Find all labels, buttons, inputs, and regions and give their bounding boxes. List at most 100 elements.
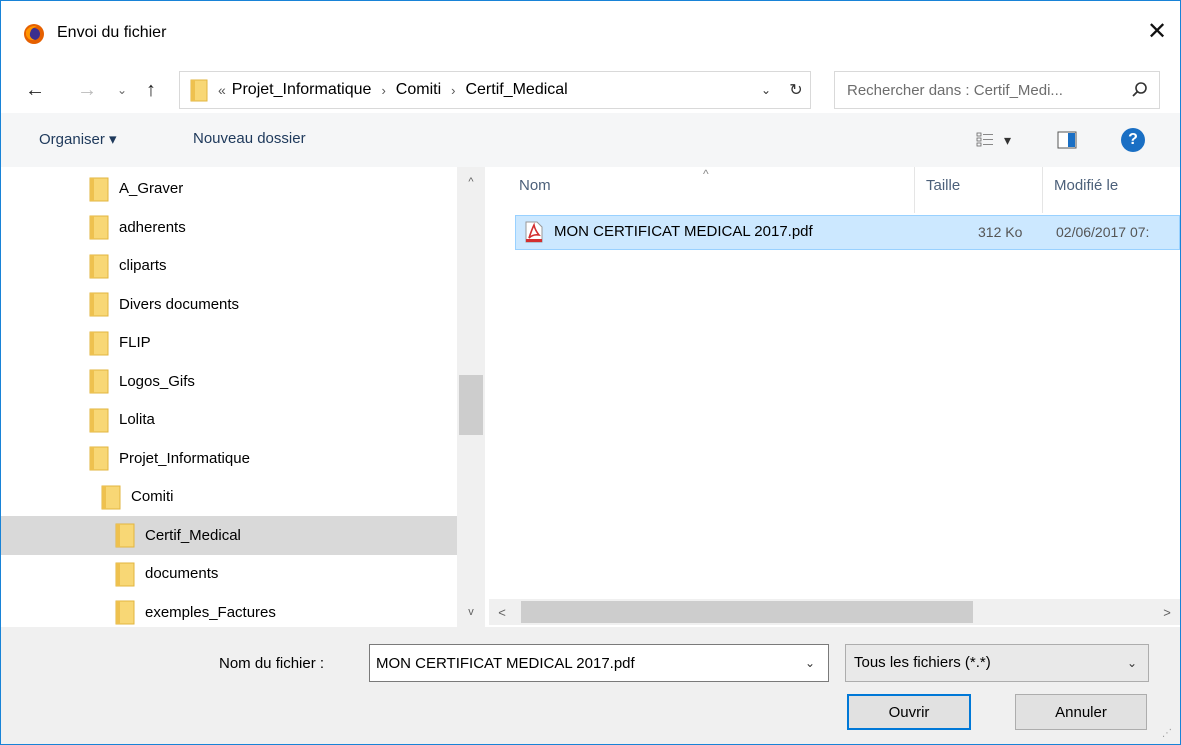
folder-icon <box>89 292 109 317</box>
new-folder-button[interactable]: Nouveau dossier <box>193 130 306 147</box>
help-button[interactable]: ? <box>1121 128 1145 152</box>
folder-icon <box>89 215 109 240</box>
open-button[interactable]: Ouvrir <box>847 694 971 730</box>
breadcrumb-overflow-icon[interactable]: « <box>218 82 226 98</box>
chevron-down-icon: v <box>468 606 474 618</box>
navigation-bar: ← → ⌄ ↑ « Projet_Informatique › Comiti ›… <box>1 67 1180 113</box>
details-view-icon <box>976 132 993 147</box>
tree-item[interactable]: exemples_Factures <box>1 593 457 628</box>
cancel-button[interactable]: Annuler <box>1015 694 1147 730</box>
refresh-button[interactable]: ↻ <box>785 79 807 101</box>
folder-icon <box>89 254 109 278</box>
folder-icon <box>115 600 135 625</box>
arrow-up-icon: ↑ <box>146 78 156 101</box>
tree-item-label: A_Graver <box>119 180 184 197</box>
column-header-name[interactable]: Nom <box>519 177 551 194</box>
navigation-tree: A_Graver adherents cliparts Divers document… <box>1 167 489 627</box>
tree-item[interactable]: Divers documents <box>1 285 457 324</box>
breadcrumb-item-comiti[interactable]: Comiti <box>396 81 441 99</box>
tree-item[interactable]: Lolita <box>1 400 457 439</box>
filename-history-dropdown[interactable]: ⌄ <box>801 654 819 672</box>
column-header-modified[interactable]: Modifié le <box>1054 177 1118 194</box>
filename-label: Nom du fichier : <box>219 655 325 672</box>
scroll-down-button[interactable]: v <box>457 603 485 621</box>
scroll-up-button[interactable]: ^ <box>457 173 485 191</box>
tree-item-label: Logos_Gifs <box>119 372 195 390</box>
search-box[interactable]: Rechercher dans : Certif_Medi... <box>834 71 1160 109</box>
file-type-select[interactable]: Tous les fichiers (*.*) ⌄ <box>845 644 1149 682</box>
organise-button[interactable]: Organiser ▾ <box>39 130 117 148</box>
folder-icon <box>89 408 109 432</box>
file-row[interactable]: MON CERTIFICAT MEDICAL 2017.pdf 312 Ko 0… <box>515 215 1180 250</box>
search-icon[interactable] <box>1131 81 1149 99</box>
chevron-right-icon[interactable]: › <box>381 83 385 98</box>
tree-item[interactable]: adherents <box>1 208 457 247</box>
search-input[interactable]: Rechercher dans : Certif_Medi... <box>847 82 1063 99</box>
tree-item-label: Lolita <box>119 411 155 428</box>
tree-item[interactable]: Logos_Gifs <box>1 362 457 401</box>
resize-grip-icon[interactable]: ⋰ <box>1162 728 1174 740</box>
chevron-down-icon: ⌄ <box>1126 656 1138 670</box>
chevron-up-icon: ^ <box>468 176 474 188</box>
file-modified-date: 02/06/2017 07: <box>1056 224 1150 240</box>
folder-icon <box>115 523 135 548</box>
chevron-left-icon: < <box>498 604 506 620</box>
file-name: MON CERTIFICAT MEDICAL 2017.pdf <box>554 223 813 240</box>
tree-item-label: exemples_Factures <box>145 603 276 621</box>
back-button[interactable]: ← <box>21 75 49 105</box>
scroll-right-button[interactable]: > <box>1158 603 1176 621</box>
breadcrumb: « Projet_Informatique › Comiti › Certif_… <box>218 81 568 99</box>
tree-item[interactable]: Certif_Medical <box>1 515 457 555</box>
pdf-icon <box>525 221 543 243</box>
tree-item[interactable]: FLIP <box>1 323 457 362</box>
scroll-left-button[interactable]: < <box>493 603 511 621</box>
up-button[interactable]: ↑ <box>137 75 165 105</box>
forward-button[interactable]: → <box>73 75 101 105</box>
tree-item-label: Divers documents <box>119 295 240 313</box>
tree-item-label: Comiti <box>131 488 174 505</box>
preview-pane-icon[interactable] <box>1057 131 1077 149</box>
tree-item[interactable]: Projet_Informatique <box>1 439 457 478</box>
column-header-size[interactable]: Taille <box>926 177 960 194</box>
address-bar[interactable]: « Projet_Informatique › Comiti › Certif_… <box>179 71 811 109</box>
help-icon: ? <box>1128 131 1138 148</box>
filename-input[interactable] <box>369 644 829 682</box>
scrollbar-thumb[interactable] <box>459 375 483 435</box>
tree-item[interactable]: Comiti <box>1 477 457 516</box>
command-toolbar: Organiser ▾ Nouveau dossier ▾ ? <box>1 113 1180 167</box>
arrow-left-icon: ← <box>25 78 45 101</box>
chevron-down-icon: ⌄ <box>116 83 128 97</box>
breadcrumb-item-certif-medical[interactable]: Certif_Medical <box>465 81 567 99</box>
breadcrumb-item-projet-informatique[interactable]: Projet_Informatique <box>232 81 372 99</box>
address-dropdown-button[interactable]: ⌄ <box>758 82 774 98</box>
firefox-icon <box>24 24 44 44</box>
close-button[interactable]: ✕ <box>1134 11 1180 51</box>
file-list-horizontal-scrollbar[interactable]: < > <box>489 599 1180 625</box>
folder-icon <box>89 331 109 355</box>
recent-locations-button[interactable]: ⌄ <box>113 75 131 105</box>
tree-item-label: Projet_Informatique <box>119 449 250 467</box>
column-divider[interactable] <box>1042 167 1043 213</box>
cancel-button-label: Annuler <box>1055 703 1107 721</box>
sort-ascending-icon: ^ <box>703 167 709 181</box>
folder-icon <box>101 485 121 509</box>
tree-vertical-scrollbar[interactable]: ^ v <box>457 167 485 627</box>
window-title: Envoi du fichier <box>57 24 167 41</box>
tree-item[interactable]: documents <box>1 554 457 593</box>
tree-item[interactable]: cliparts <box>1 246 457 285</box>
tree-item-label: adherents <box>119 218 186 236</box>
chevron-right-icon[interactable]: › <box>451 83 455 98</box>
chevron-down-icon: ⌄ <box>760 83 772 97</box>
scrollbar-thumb[interactable] <box>521 601 973 623</box>
folder-icon <box>190 79 208 102</box>
column-divider[interactable] <box>914 167 915 213</box>
tree-item[interactable]: A_Graver <box>1 169 457 208</box>
chevron-down-icon: ⌄ <box>804 656 816 670</box>
arrow-right-icon: → <box>77 78 97 101</box>
view-dropdown-icon: ▾ <box>1004 131 1012 148</box>
folder-icon <box>89 369 109 394</box>
file-dialog-window: Envoi du fichier ✕ ← → ⌄ ↑ « Projet_Info… <box>0 0 1181 745</box>
chevron-right-icon: > <box>1163 604 1171 620</box>
change-view-button[interactable]: ▾ <box>976 129 1036 151</box>
dialog-footer: Nom du fichier : ⌄ Tous les fichiers (*.… <box>1 627 1180 744</box>
